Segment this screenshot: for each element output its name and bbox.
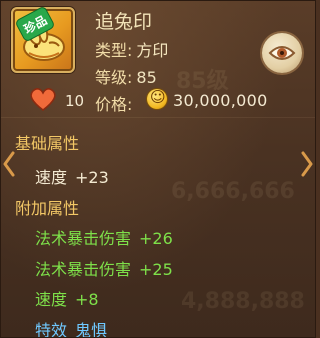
attr-name: 特效 (35, 321, 68, 338)
base-attribute-row: 速度 +23 (35, 164, 109, 188)
like-count: 10 (65, 92, 85, 110)
base-attributes-title: 基础属性 (15, 134, 80, 153)
extra-attribute-row: 法术暴击伤害 +26 (35, 225, 173, 249)
attr-name: 法术暴击伤害 (35, 260, 132, 279)
preview-button[interactable] (262, 33, 302, 73)
attr-name: 法术暴击伤害 (35, 229, 132, 248)
type-label: 类型: (95, 41, 133, 60)
arrow-right-icon[interactable] (301, 151, 313, 177)
special-effect-row: 特效 鬼惧 (35, 317, 108, 338)
level-label: 等级: (95, 68, 133, 87)
extra-attributes-title: 附加属性 (15, 199, 80, 218)
price-label: 价格: (95, 95, 133, 114)
coin-icon (147, 88, 167, 109)
attr-value: +23 (75, 168, 109, 187)
attr-value: +25 (139, 260, 173, 279)
heart-icon[interactable] (29, 87, 57, 111)
eye-icon (268, 46, 296, 60)
divider (1, 117, 315, 118)
item-icon[interactable]: 珍品 (11, 6, 75, 73)
arrow-left-icon[interactable] (3, 151, 15, 177)
type-value: 方印 (136, 41, 169, 60)
extra-attribute-row: 法术暴击伤害 +25 (35, 256, 173, 280)
level-value: 85 (136, 68, 157, 87)
attr-name: 速度 (35, 290, 68, 309)
attr-value: +8 (75, 290, 99, 309)
background-watermark: 4,888,888 (181, 289, 305, 314)
item-level: 等级: 85 (95, 64, 157, 88)
attr-value: +26 (139, 229, 173, 248)
item-type: 类型: 方印 (95, 37, 168, 61)
background-watermark: 6,666,666 (171, 179, 295, 204)
item-name: 追兔印 (95, 11, 153, 33)
price-value: 30,000,000 (173, 91, 268, 110)
attr-name: 速度 (35, 168, 68, 187)
extra-attribute-row: 速度 +8 (35, 286, 99, 310)
attr-value: 鬼惧 (75, 321, 108, 338)
item-detail-panel: 85级 6,666,666 4,888,888 珍品 追兔印 类型: 方印 等级:… (0, 0, 316, 338)
